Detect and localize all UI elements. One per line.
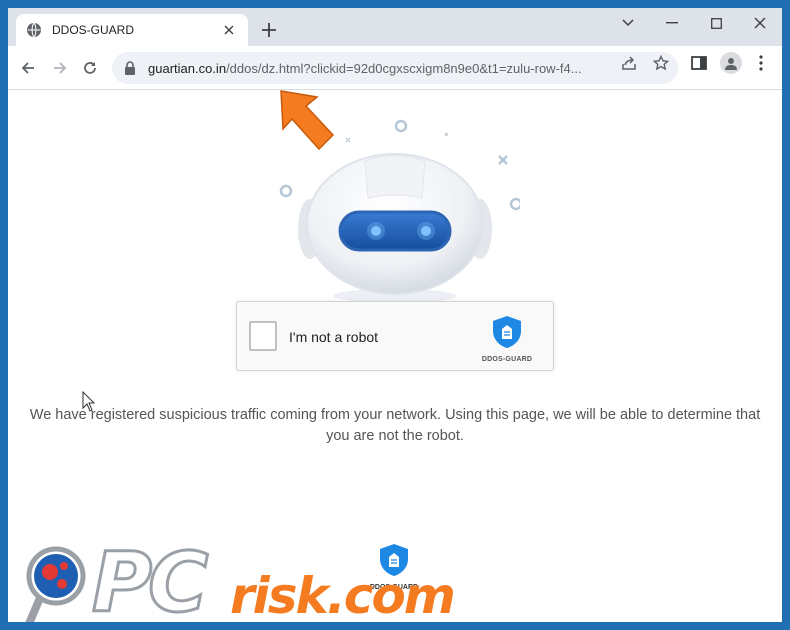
menu-kebab-icon[interactable] bbox=[752, 54, 770, 72]
side-panel-icon[interactable] bbox=[690, 54, 708, 72]
new-tab-button[interactable] bbox=[258, 19, 280, 41]
globe-icon bbox=[26, 22, 42, 38]
tab-strip: DDOS-GUARD bbox=[8, 8, 782, 46]
profile-avatar-icon[interactable] bbox=[720, 52, 742, 74]
reload-icon[interactable] bbox=[78, 56, 102, 80]
minimize-icon[interactable] bbox=[650, 8, 694, 38]
lock-icon[interactable] bbox=[124, 61, 138, 75]
bookmark-star-icon[interactable] bbox=[652, 54, 670, 72]
tab-ddos-guard[interactable]: DDOS-GUARD bbox=[16, 14, 248, 46]
shield-icon bbox=[493, 316, 521, 348]
url-path: /ddos/dz.html?clickid=92d0cgxscxigm8n9e0… bbox=[226, 60, 582, 76]
share-icon[interactable] bbox=[620, 54, 638, 72]
close-window-icon[interactable] bbox=[738, 8, 782, 38]
captcha-checkbox[interactable] bbox=[249, 321, 277, 351]
tab-search-icon[interactable] bbox=[606, 8, 650, 38]
back-arrow-icon[interactable] bbox=[16, 56, 40, 80]
warning-message: We have registered suspicious traffic co… bbox=[29, 407, 761, 444]
maximize-icon[interactable] bbox=[694, 8, 738, 38]
magnifier-logo-icon bbox=[25, 546, 86, 622]
captcha-widget: I'm not a robot DDOS-GUARD bbox=[236, 301, 554, 371]
captcha-label: I'm not a robot bbox=[289, 329, 379, 345]
tab-close-icon[interactable] bbox=[220, 21, 238, 39]
forward-arrow-icon[interactable] bbox=[48, 56, 72, 80]
address-bar[interactable]: guartian.co.in/ddos/dz.html?clickid=92d0… bbox=[112, 52, 678, 84]
orange-arrow-icon bbox=[280, 90, 335, 151]
browser-toolbar: guartian.co.in/ddos/dz.html?clickid=92d0… bbox=[8, 46, 782, 90]
pcrisk-watermark: PC risk.com bbox=[16, 536, 476, 622]
watermark-pc: PC bbox=[90, 536, 209, 622]
watermark-risk: risk.com bbox=[230, 567, 456, 622]
tab-title: DDOS-GUARD bbox=[52, 23, 135, 37]
browser-window: DDOS-GUARD guartian.co.in/ddos/dz.html?c… bbox=[8, 8, 782, 622]
captcha-logo: DDOS-GUARD bbox=[477, 315, 537, 365]
url-text: guartian.co.in/ddos/dz.html?clickid=92d0… bbox=[148, 61, 608, 76]
url-domain: guartian.co.in bbox=[148, 60, 227, 76]
captcha-brand: DDOS-GUARD bbox=[481, 356, 533, 363]
